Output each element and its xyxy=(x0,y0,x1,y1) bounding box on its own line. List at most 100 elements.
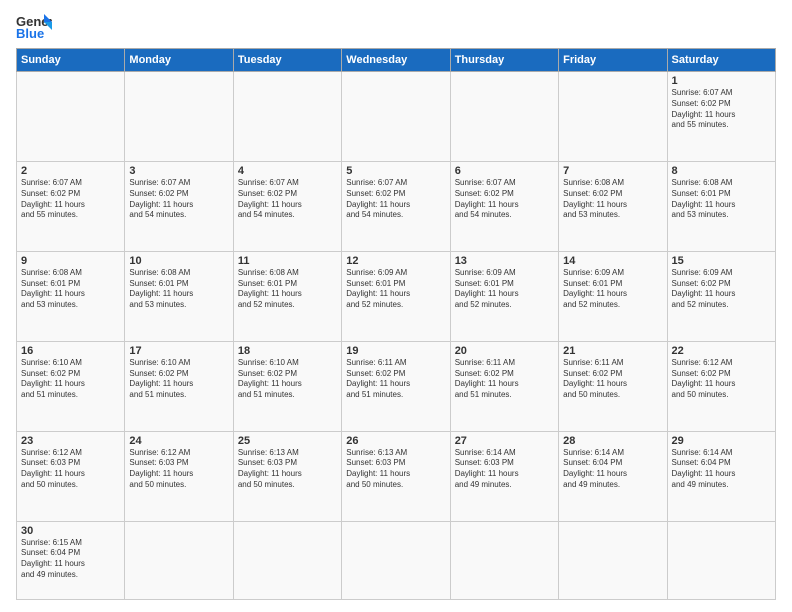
week-row-4: 16Sunrise: 6:10 AM Sunset: 6:02 PM Dayli… xyxy=(17,341,776,431)
day-info: Sunrise: 6:11 AM Sunset: 6:02 PM Dayligh… xyxy=(563,358,662,401)
day-info: Sunrise: 6:07 AM Sunset: 6:02 PM Dayligh… xyxy=(346,178,445,221)
day-number: 29 xyxy=(672,435,771,447)
day-info: Sunrise: 6:12 AM Sunset: 6:03 PM Dayligh… xyxy=(21,448,120,491)
day-number: 15 xyxy=(672,255,771,267)
logo-icon: General Blue xyxy=(16,12,52,40)
day-number: 6 xyxy=(455,165,554,177)
calendar-cell xyxy=(559,72,667,162)
calendar-cell xyxy=(450,521,558,599)
day-info: Sunrise: 6:07 AM Sunset: 6:02 PM Dayligh… xyxy=(672,88,771,131)
calendar-cell: 21Sunrise: 6:11 AM Sunset: 6:02 PM Dayli… xyxy=(559,341,667,431)
calendar-cell xyxy=(559,521,667,599)
day-info: Sunrise: 6:10 AM Sunset: 6:02 PM Dayligh… xyxy=(21,358,120,401)
logo: General Blue xyxy=(16,12,52,40)
day-info: Sunrise: 6:12 AM Sunset: 6:02 PM Dayligh… xyxy=(672,358,771,401)
calendar-cell: 7Sunrise: 6:08 AM Sunset: 6:02 PM Daylig… xyxy=(559,161,667,251)
weekday-header-friday: Friday xyxy=(559,49,667,72)
calendar-cell xyxy=(667,521,775,599)
svg-text:Blue: Blue xyxy=(16,26,44,40)
calendar-cell: 1Sunrise: 6:07 AM Sunset: 6:02 PM Daylig… xyxy=(667,72,775,162)
day-number: 7 xyxy=(563,165,662,177)
calendar-cell: 12Sunrise: 6:09 AM Sunset: 6:01 PM Dayli… xyxy=(342,251,450,341)
calendar-cell xyxy=(125,521,233,599)
calendar-page: General Blue SundayMondayTuesdayWednesda… xyxy=(0,0,792,612)
weekday-header-wednesday: Wednesday xyxy=(342,49,450,72)
weekday-header-saturday: Saturday xyxy=(667,49,775,72)
calendar-cell: 2Sunrise: 6:07 AM Sunset: 6:02 PM Daylig… xyxy=(17,161,125,251)
calendar-cell: 23Sunrise: 6:12 AM Sunset: 6:03 PM Dayli… xyxy=(17,431,125,521)
day-number: 23 xyxy=(21,435,120,447)
calendar-cell: 19Sunrise: 6:11 AM Sunset: 6:02 PM Dayli… xyxy=(342,341,450,431)
day-number: 28 xyxy=(563,435,662,447)
day-info: Sunrise: 6:10 AM Sunset: 6:02 PM Dayligh… xyxy=(238,358,337,401)
calendar-cell: 3Sunrise: 6:07 AM Sunset: 6:02 PM Daylig… xyxy=(125,161,233,251)
calendar-cell: 9Sunrise: 6:08 AM Sunset: 6:01 PM Daylig… xyxy=(17,251,125,341)
day-info: Sunrise: 6:07 AM Sunset: 6:02 PM Dayligh… xyxy=(21,178,120,221)
day-info: Sunrise: 6:08 AM Sunset: 6:01 PM Dayligh… xyxy=(238,268,337,311)
calendar-cell: 6Sunrise: 6:07 AM Sunset: 6:02 PM Daylig… xyxy=(450,161,558,251)
day-number: 22 xyxy=(672,345,771,357)
calendar-cell: 30Sunrise: 6:15 AM Sunset: 6:04 PM Dayli… xyxy=(17,521,125,599)
day-info: Sunrise: 6:10 AM Sunset: 6:02 PM Dayligh… xyxy=(129,358,228,401)
day-info: Sunrise: 6:08 AM Sunset: 6:01 PM Dayligh… xyxy=(672,178,771,221)
day-info: Sunrise: 6:14 AM Sunset: 6:04 PM Dayligh… xyxy=(672,448,771,491)
day-number: 16 xyxy=(21,345,120,357)
day-number: 10 xyxy=(129,255,228,267)
day-number: 12 xyxy=(346,255,445,267)
calendar-cell: 29Sunrise: 6:14 AM Sunset: 6:04 PM Dayli… xyxy=(667,431,775,521)
day-number: 11 xyxy=(238,255,337,267)
day-number: 2 xyxy=(21,165,120,177)
day-number: 5 xyxy=(346,165,445,177)
day-number: 9 xyxy=(21,255,120,267)
calendar-cell: 11Sunrise: 6:08 AM Sunset: 6:01 PM Dayli… xyxy=(233,251,341,341)
day-number: 20 xyxy=(455,345,554,357)
calendar-cell: 26Sunrise: 6:13 AM Sunset: 6:03 PM Dayli… xyxy=(342,431,450,521)
day-number: 19 xyxy=(346,345,445,357)
day-number: 18 xyxy=(238,345,337,357)
calendar-cell: 27Sunrise: 6:14 AM Sunset: 6:03 PM Dayli… xyxy=(450,431,558,521)
calendar-cell xyxy=(233,521,341,599)
day-info: Sunrise: 6:07 AM Sunset: 6:02 PM Dayligh… xyxy=(455,178,554,221)
day-number: 24 xyxy=(129,435,228,447)
day-number: 26 xyxy=(346,435,445,447)
calendar-cell xyxy=(342,72,450,162)
weekday-header-thursday: Thursday xyxy=(450,49,558,72)
calendar-cell: 22Sunrise: 6:12 AM Sunset: 6:02 PM Dayli… xyxy=(667,341,775,431)
day-number: 27 xyxy=(455,435,554,447)
calendar-cell: 18Sunrise: 6:10 AM Sunset: 6:02 PM Dayli… xyxy=(233,341,341,431)
calendar-cell: 17Sunrise: 6:10 AM Sunset: 6:02 PM Dayli… xyxy=(125,341,233,431)
day-info: Sunrise: 6:08 AM Sunset: 6:02 PM Dayligh… xyxy=(563,178,662,221)
calendar-cell: 25Sunrise: 6:13 AM Sunset: 6:03 PM Dayli… xyxy=(233,431,341,521)
day-number: 4 xyxy=(238,165,337,177)
calendar-cell xyxy=(342,521,450,599)
calendar-cell: 15Sunrise: 6:09 AM Sunset: 6:02 PM Dayli… xyxy=(667,251,775,341)
calendar-cell xyxy=(17,72,125,162)
calendar-cell: 13Sunrise: 6:09 AM Sunset: 6:01 PM Dayli… xyxy=(450,251,558,341)
day-info: Sunrise: 6:13 AM Sunset: 6:03 PM Dayligh… xyxy=(238,448,337,491)
week-row-5: 23Sunrise: 6:12 AM Sunset: 6:03 PM Dayli… xyxy=(17,431,776,521)
week-row-2: 2Sunrise: 6:07 AM Sunset: 6:02 PM Daylig… xyxy=(17,161,776,251)
day-number: 25 xyxy=(238,435,337,447)
day-number: 14 xyxy=(563,255,662,267)
calendar-cell: 28Sunrise: 6:14 AM Sunset: 6:04 PM Dayli… xyxy=(559,431,667,521)
calendar-cell: 10Sunrise: 6:08 AM Sunset: 6:01 PM Dayli… xyxy=(125,251,233,341)
day-info: Sunrise: 6:09 AM Sunset: 6:01 PM Dayligh… xyxy=(346,268,445,311)
day-info: Sunrise: 6:08 AM Sunset: 6:01 PM Dayligh… xyxy=(129,268,228,311)
calendar-cell xyxy=(125,72,233,162)
day-number: 1 xyxy=(672,75,771,87)
calendar-cell xyxy=(450,72,558,162)
week-row-1: 1Sunrise: 6:07 AM Sunset: 6:02 PM Daylig… xyxy=(17,72,776,162)
day-info: Sunrise: 6:09 AM Sunset: 6:01 PM Dayligh… xyxy=(455,268,554,311)
calendar-cell: 16Sunrise: 6:10 AM Sunset: 6:02 PM Dayli… xyxy=(17,341,125,431)
calendar-cell: 4Sunrise: 6:07 AM Sunset: 6:02 PM Daylig… xyxy=(233,161,341,251)
day-number: 8 xyxy=(672,165,771,177)
day-number: 21 xyxy=(563,345,662,357)
weekday-header-row: SundayMondayTuesdayWednesdayThursdayFrid… xyxy=(17,49,776,72)
day-info: Sunrise: 6:09 AM Sunset: 6:02 PM Dayligh… xyxy=(672,268,771,311)
day-number: 13 xyxy=(455,255,554,267)
day-info: Sunrise: 6:08 AM Sunset: 6:01 PM Dayligh… xyxy=(21,268,120,311)
day-info: Sunrise: 6:09 AM Sunset: 6:01 PM Dayligh… xyxy=(563,268,662,311)
day-info: Sunrise: 6:12 AM Sunset: 6:03 PM Dayligh… xyxy=(129,448,228,491)
week-row-3: 9Sunrise: 6:08 AM Sunset: 6:01 PM Daylig… xyxy=(17,251,776,341)
day-info: Sunrise: 6:11 AM Sunset: 6:02 PM Dayligh… xyxy=(455,358,554,401)
